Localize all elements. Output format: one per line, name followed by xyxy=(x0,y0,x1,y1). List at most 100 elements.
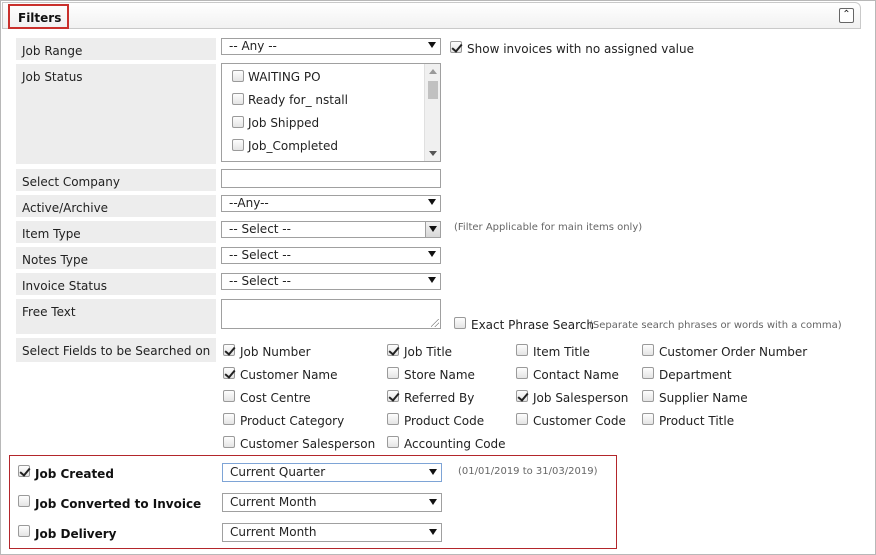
field-label: Customer Name xyxy=(240,368,338,382)
job-created-select[interactable]: Current Quarter xyxy=(222,463,442,482)
active-archive-value: --Any-- xyxy=(229,196,269,210)
field-checkbox-product-category[interactable] xyxy=(223,413,235,425)
invoice-status-value: -- Select -- xyxy=(229,274,291,288)
job-status-label: Job Status xyxy=(16,64,216,164)
job-converted-label: Job Converted to Invoice xyxy=(35,497,202,511)
exact-phrase-note: (Separate search phrases or words with a… xyxy=(589,320,842,331)
field-checkbox-job-number[interactable] xyxy=(223,344,235,356)
chevron-down-icon xyxy=(429,469,437,475)
job-status-option: Job_Completed xyxy=(248,139,338,153)
job-delivery-value: Current Month xyxy=(230,525,317,539)
active-archive-select[interactable]: --Any-- xyxy=(221,195,441,212)
job-status-listbox[interactable]: WAITING PO Ready for_ nstall Job Shipped… xyxy=(221,63,441,162)
field-label: Item Title xyxy=(533,345,590,359)
field-checkbox-customer-name[interactable] xyxy=(223,367,235,379)
notes-type-label: Notes Type xyxy=(16,247,216,269)
field-label: Customer Salesperson xyxy=(240,437,376,451)
field-checkbox-job-salesperson[interactable] xyxy=(516,390,528,402)
job-range-label: Job Range xyxy=(16,38,216,60)
show-no-value-checkbox[interactable] xyxy=(450,41,462,53)
show-no-value-label: Show invoices with no assigned value xyxy=(467,42,694,56)
field-checkbox-department[interactable] xyxy=(642,367,654,379)
field-label: Job Number xyxy=(240,345,311,359)
job-created-checkbox[interactable] xyxy=(18,465,30,477)
field-checkbox-store-name[interactable] xyxy=(387,367,399,379)
filters-title: Filters xyxy=(8,4,69,29)
notes-type-value: -- Select -- xyxy=(229,248,291,262)
job-status-checkbox[interactable] xyxy=(232,116,244,128)
invoice-status-label: Invoice Status xyxy=(16,273,216,295)
chevron-down-icon xyxy=(429,499,437,505)
scroll-thumb[interactable] xyxy=(428,81,438,99)
field-label: Job Title xyxy=(404,345,453,359)
active-archive-label: Active/Archive xyxy=(16,195,216,217)
job-converted-select[interactable]: Current Month xyxy=(222,493,442,512)
field-checkbox-supplier-name[interactable] xyxy=(642,390,654,402)
job-status-checkbox[interactable] xyxy=(232,93,244,105)
field-checkbox-product-title[interactable] xyxy=(642,413,654,425)
job-converted-checkbox[interactable] xyxy=(18,495,30,507)
field-checkbox-referred-by[interactable] xyxy=(387,390,399,402)
filters-panel: Filters ⌃ Job Range -- Any -- Show invoi… xyxy=(0,0,876,555)
exact-phrase-label: Exact Phrase Search xyxy=(471,318,594,332)
field-label: Store Name xyxy=(404,368,475,382)
invoice-status-select[interactable]: -- Select -- xyxy=(221,273,441,290)
item-type-select[interactable]: -- Select -- xyxy=(221,221,441,238)
chevron-down-icon xyxy=(429,529,437,535)
job-status-option: Ready for_ nstall xyxy=(248,93,348,107)
free-text-input[interactable] xyxy=(221,299,441,329)
field-checkbox-accounting-code[interactable] xyxy=(387,436,399,448)
job-created-value: Current Quarter xyxy=(230,465,326,479)
job-range-select[interactable]: -- Any -- xyxy=(221,38,441,55)
exact-phrase-checkbox[interactable] xyxy=(454,317,466,329)
field-label: Supplier Name xyxy=(659,391,748,405)
field-label: Contact Name xyxy=(533,368,619,382)
chevron-down-icon xyxy=(429,226,437,232)
job-converted-value: Current Month xyxy=(230,495,317,509)
chevron-down-icon xyxy=(428,42,436,48)
item-type-value: -- Select -- xyxy=(229,222,291,236)
notes-type-select[interactable]: -- Select -- xyxy=(221,247,441,264)
field-checkbox-product-code[interactable] xyxy=(387,413,399,425)
scroll-down-icon[interactable] xyxy=(429,151,437,156)
collapse-icon[interactable]: ⌃ xyxy=(839,8,854,23)
job-status-option: Job Shipped xyxy=(248,116,320,130)
field-label: Department xyxy=(659,368,732,382)
field-label: Customer Order Number xyxy=(659,345,808,359)
field-label: Product Title xyxy=(659,414,735,428)
field-checkbox-cost-centre[interactable] xyxy=(223,390,235,402)
field-checkbox-contact-name[interactable] xyxy=(516,367,528,379)
scroll-up-icon[interactable] xyxy=(429,69,437,74)
job-delivery-select[interactable]: Current Month xyxy=(222,523,442,542)
field-label: Customer Code xyxy=(533,414,626,428)
field-checkbox-item-title[interactable] xyxy=(516,344,528,356)
field-label: Referred By xyxy=(404,391,475,405)
job-range-value: -- Any -- xyxy=(229,39,277,53)
field-label: Product Category xyxy=(240,414,345,428)
dropdown-button[interactable] xyxy=(425,222,440,237)
field-label: Accounting Code xyxy=(404,437,506,451)
chevron-down-icon xyxy=(428,199,436,205)
job-status-checkbox[interactable] xyxy=(232,139,244,151)
field-checkbox-customer-order-number[interactable] xyxy=(642,344,654,356)
chevron-down-icon xyxy=(428,251,436,257)
field-label: Product Code xyxy=(404,414,485,428)
filters-header: Filters ⌃ xyxy=(2,2,861,29)
job-delivery-label: Job Delivery xyxy=(35,527,117,541)
field-label: Job Salesperson xyxy=(533,391,629,405)
job-delivery-checkbox[interactable] xyxy=(18,525,30,537)
job-status-option: WAITING PO xyxy=(248,70,321,84)
select-company-input[interactable] xyxy=(221,169,441,188)
item-type-note: (Filter Applicable for main items only) xyxy=(454,222,643,233)
job-status-checkbox[interactable] xyxy=(232,70,244,82)
field-checkbox-customer-salesperson[interactable] xyxy=(223,436,235,448)
resize-grip-icon[interactable] xyxy=(431,319,439,327)
field-checkbox-customer-code[interactable] xyxy=(516,413,528,425)
job-status-scrollbar[interactable] xyxy=(424,64,440,161)
item-type-label: Item Type xyxy=(16,221,216,243)
field-checkbox-job-title[interactable] xyxy=(387,344,399,356)
job-created-range: (01/01/2019 to 31/03/2019) xyxy=(458,466,598,477)
free-text-label: Free Text xyxy=(16,299,216,334)
job-created-label: Job Created xyxy=(35,467,114,481)
field-label: Cost Centre xyxy=(240,391,311,405)
